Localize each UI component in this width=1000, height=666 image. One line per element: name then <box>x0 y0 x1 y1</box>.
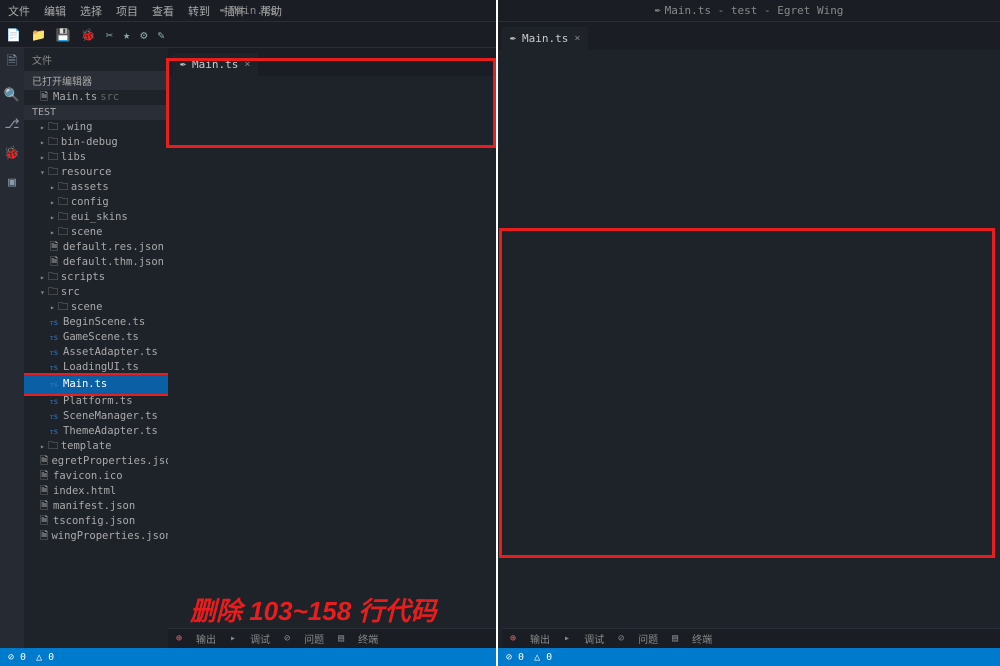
files-icon[interactable]: 🗎 <box>7 52 17 74</box>
opened-file[interactable]: 🗎Main.ts src <box>24 90 168 105</box>
statusbar: ⊘ 0 △ 0 <box>498 648 1000 666</box>
tree-item[interactable]: ᴛsSceneManager.ts <box>24 409 168 424</box>
debug-tab[interactable]: 调试 <box>250 631 270 646</box>
statusbar: ⊘ 0 △ 0 <box>0 648 496 666</box>
tab-main-ts[interactable]: ✒ Main.ts × <box>502 27 588 50</box>
search-icon[interactable]: 🔍 <box>4 88 20 103</box>
tree-item[interactable]: ▸ 🗀.wing <box>24 120 168 135</box>
window-title: Main.ts <box>230 4 276 17</box>
app-icon: ✒ <box>220 5 226 16</box>
tab-bar-right: ✒ Main.ts × <box>498 22 1000 50</box>
tree-item[interactable]: ᴛsPlatform.ts <box>24 394 168 409</box>
toolbar-button[interactable]: 💾 <box>56 28 71 42</box>
tree-item[interactable]: ▸ 🗀template <box>24 439 168 454</box>
tree-item[interactable]: ▸ 🗀assets <box>24 180 168 195</box>
toolbar-button[interactable]: 📄 <box>6 28 21 42</box>
tree-item[interactable]: ▸ 🗀scripts <box>24 270 168 285</box>
toolbar-button[interactable]: 🐞 <box>81 28 96 42</box>
toolbar-button[interactable]: ⚙ <box>140 28 147 42</box>
toolbar: 📄 📁 💾 🐞 ✂ ★ ⚙ ✎ <box>0 22 496 48</box>
tree-item[interactable]: ᴛsAssetAdapter.ts <box>24 345 168 360</box>
terminal-tab[interactable]: 终端 <box>692 631 712 646</box>
tree-item[interactable]: ▸ 🗀libs <box>24 150 168 165</box>
file-icon: ✒ <box>180 59 186 70</box>
menu-view[interactable]: 查看 <box>152 3 174 19</box>
close-icon[interactable]: × <box>574 33 580 44</box>
tree-item[interactable]: 🗎index.html <box>24 484 168 499</box>
panel-tabs-right: ⊕ 输出 ▸ 调试 ⊘ 问题 ▤ 终端 <box>502 628 1000 648</box>
app-icon: ✒ <box>655 5 661 16</box>
toolbar-button[interactable]: ✎ <box>158 28 165 42</box>
menubar-left: 文件 编辑 选择 项目 查看 转到 插件 帮助 ✒Main.ts <box>0 0 496 22</box>
tree-item[interactable]: ▾ 🗀resource <box>24 165 168 180</box>
tree-item[interactable]: ▸ 🗀eui_skins <box>24 210 168 225</box>
workspace-root[interactable]: TEST <box>24 105 168 120</box>
toolbar-button[interactable]: ★ <box>123 28 130 42</box>
branch-icon[interactable]: ⎇ <box>5 117 20 132</box>
tree-item[interactable]: ▾ 🗀src <box>24 285 168 300</box>
debug-tab[interactable]: 调试 <box>584 631 604 646</box>
activity-bar: 🗎 🔍 ⎇ 🐞 ▣ <box>0 48 24 648</box>
tree-item[interactable]: 🗎egretProperties.json <box>24 454 168 469</box>
tree-item[interactable]: 🗎default.res.json <box>24 240 168 255</box>
tree-item[interactable]: ᴛsGameScene.ts <box>24 330 168 345</box>
explorer-header: 文件 <box>24 48 168 71</box>
tree-item[interactable]: ᴛsBeginScene.ts <box>24 315 168 330</box>
opened-editors-header[interactable]: 已打开编辑器 <box>24 71 168 90</box>
file-icon: ✒ <box>510 33 516 44</box>
menu-file[interactable]: 文件 <box>8 3 30 19</box>
error-count[interactable]: ⊘ 0 <box>506 652 524 663</box>
annotation-text: 删除 103~158 行代码 <box>190 591 436 628</box>
tree-item[interactable]: ▸ 🗀scene <box>24 300 168 315</box>
box-icon[interactable]: ▣ <box>8 175 16 190</box>
tree-item[interactable]: 🗎wingProperties.json <box>24 529 168 544</box>
error-count[interactable]: ⊘ 0 <box>8 652 26 663</box>
warning-count[interactable]: △ 0 <box>36 652 54 663</box>
tree-item[interactable]: ᴛsMain.ts <box>24 373 168 396</box>
tree-item[interactable]: ᴛsThemeAdapter.ts <box>24 424 168 439</box>
menu-select[interactable]: 选择 <box>80 3 102 19</box>
tab-main-ts[interactable]: ✒ Main.ts × <box>172 53 258 76</box>
tree-item[interactable]: ▸ 🗀bin-debug <box>24 135 168 150</box>
tree-item[interactable]: ▸ 🗀config <box>24 195 168 210</box>
warning-count[interactable]: △ 0 <box>534 652 552 663</box>
tab-label: Main.ts <box>192 58 238 71</box>
tree-item[interactable]: 🗎default.thm.json <box>24 255 168 270</box>
problems-tab[interactable]: 问题 <box>304 631 324 646</box>
menu-edit[interactable]: 编辑 <box>44 3 66 19</box>
explorer: 文件 已打开编辑器 🗎Main.ts src TEST ▸ 🗀.wing▸ 🗀b… <box>24 48 168 648</box>
tab-label: Main.ts <box>522 32 568 45</box>
window-title: Main.ts - test - Egret Wing <box>665 4 844 17</box>
tree-item[interactable]: 🗎favicon.ico <box>24 469 168 484</box>
toolbar-button[interactable]: ✂ <box>106 28 113 42</box>
close-icon[interactable]: × <box>244 59 250 70</box>
menu-goto[interactable]: 转到 <box>188 3 210 19</box>
tree-item[interactable]: 🗎manifest.json <box>24 499 168 514</box>
debug-icon[interactable]: 🐞 <box>4 146 20 161</box>
tree-item[interactable]: ▸ 🗀scene <box>24 225 168 240</box>
toolbar-button[interactable]: 📁 <box>31 28 46 42</box>
output-tab[interactable]: 输出 <box>196 631 216 646</box>
tree-item[interactable]: 🗎tsconfig.json <box>24 514 168 529</box>
menubar-right: ✒ Main.ts - test - Egret Wing <box>498 0 1000 22</box>
panel-tabs-left: ⊕ 输出 ▸ 调试 ⊘ 问题 ▤ 终端 <box>168 628 496 648</box>
tab-bar: ✒ Main.ts × <box>168 48 496 76</box>
terminal-tab[interactable]: 终端 <box>358 631 378 646</box>
output-tab[interactable]: 输出 <box>530 631 550 646</box>
problems-tab[interactable]: 问题 <box>638 631 658 646</box>
menu-project[interactable]: 项目 <box>116 3 138 19</box>
